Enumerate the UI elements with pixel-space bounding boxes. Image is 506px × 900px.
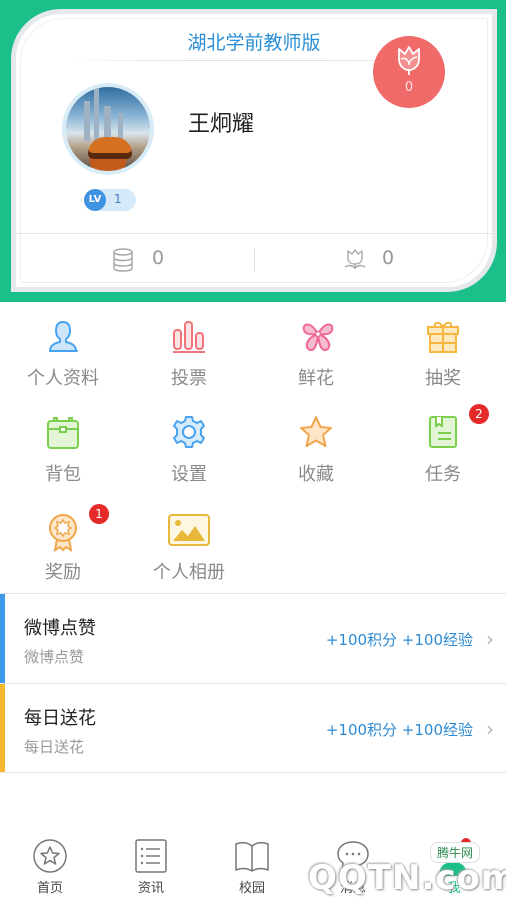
task-subtitle: 微博点赞 xyxy=(24,648,85,666)
flower-icon xyxy=(302,323,334,352)
menu-label: 个人相册 xyxy=(153,562,225,583)
coins-value: 0 xyxy=(152,247,165,269)
notification-dot xyxy=(461,838,471,848)
task-title: 微博点赞 xyxy=(24,618,96,639)
menu-item-vote[interactable]: 投票 xyxy=(126,302,252,398)
tab-me[interactable]: 我 xyxy=(404,828,504,900)
gift-icon xyxy=(427,321,459,353)
task-book-icon xyxy=(429,416,457,448)
tab-home[interactable]: 首页 xyxy=(0,828,100,900)
menu-item-settings[interactable]: 设置 xyxy=(126,398,252,494)
menu-item-backpack[interactable]: 背包 xyxy=(0,398,126,494)
flower-count-button[interactable]: 0 xyxy=(373,36,445,108)
menu-label: 收藏 xyxy=(298,464,334,485)
chevron-right-icon: › xyxy=(486,717,494,741)
task-row-weibo-like[interactable]: 微博点赞 微博点赞 +100积分 +100经验 › xyxy=(0,593,506,683)
menu-label: 抽奖 xyxy=(425,368,461,389)
flower-count: 0 xyxy=(404,80,414,95)
task-accent-bar xyxy=(0,594,5,683)
task-subtitle: 每日送花 xyxy=(24,738,85,756)
menu-item-rewards[interactable]: 1 奖励 xyxy=(0,496,126,592)
stats-divider-line xyxy=(16,233,492,234)
profile-header: 湖北学前教师版 0 王炯耀 LV 1 0 0 xyxy=(0,0,506,302)
tasks-badge: 2 xyxy=(469,404,489,424)
task-title: 每日送花 xyxy=(24,708,96,729)
tab-campus[interactable]: 校园 xyxy=(202,828,302,900)
me-person-icon xyxy=(439,838,471,876)
level-badge: LV 1 xyxy=(84,189,136,211)
rewards-badge: 1 xyxy=(89,504,109,524)
menu-label: 设置 xyxy=(171,464,207,485)
menu-item-flowers[interactable]: 鲜花 xyxy=(253,302,379,398)
chevron-right-icon: › xyxy=(486,627,494,651)
menu-label: 鲜花 xyxy=(298,368,334,389)
coins-stack-icon xyxy=(113,248,133,272)
menu-item-profile[interactable]: 个人资料 xyxy=(0,302,126,398)
menu-item-favorites[interactable]: 收藏 xyxy=(253,398,379,494)
task-accent-bar xyxy=(0,684,5,773)
photo-album-icon xyxy=(168,514,210,546)
menu-label: 任务 xyxy=(425,464,461,485)
tab-label: 消息 xyxy=(339,881,366,896)
medal-icon xyxy=(49,514,77,552)
profile-card: 湖北学前教师版 0 王炯耀 LV 1 0 0 xyxy=(11,9,497,292)
menu-label: 奖励 xyxy=(45,562,81,583)
menu-label: 个人资料 xyxy=(27,368,99,389)
avatar-building xyxy=(84,101,90,141)
menu-item-lottery[interactable]: 抽奖 xyxy=(380,302,506,398)
flower-outline-icon xyxy=(344,249,366,269)
level-icon: LV xyxy=(84,189,106,211)
tab-news[interactable]: 资讯 xyxy=(101,828,201,900)
bottom-tab-bar: 首页 资讯 校园 消息 我 xyxy=(0,828,506,900)
tab-label: 我 xyxy=(447,881,461,896)
menu-label: 背包 xyxy=(45,464,81,485)
backpack-icon xyxy=(47,417,79,449)
tab-label: 首页 xyxy=(36,881,63,896)
star-icon xyxy=(300,416,332,447)
avatar-building xyxy=(94,87,99,141)
avatar[interactable] xyxy=(62,83,154,175)
rose-icon xyxy=(398,46,420,75)
username: 王炯耀 xyxy=(188,112,255,137)
task-row-daily-flower[interactable]: 每日送花 每日送花 +100积分 +100经验 › xyxy=(0,683,506,773)
level-value: 1 xyxy=(114,192,122,206)
avatar-car xyxy=(88,137,132,159)
menu-label: 投票 xyxy=(171,368,207,389)
gear-icon xyxy=(173,416,205,448)
menu-item-photo-album[interactable]: 个人相册 xyxy=(126,496,252,592)
tab-label: 资讯 xyxy=(137,881,164,896)
tab-messages[interactable]: 消息 xyxy=(303,828,403,900)
task-reward: +100积分 +100经验 xyxy=(325,721,473,739)
campus-book-icon xyxy=(235,841,269,872)
tab-label: 校园 xyxy=(238,881,265,896)
bar-chart-icon xyxy=(173,321,205,353)
stat-divider xyxy=(254,248,255,272)
message-bubble-icon xyxy=(337,841,369,872)
task-reward: +100积分 +100经验 xyxy=(325,631,473,649)
avatar-building xyxy=(104,106,111,141)
received-flowers-value: 0 xyxy=(382,247,395,269)
home-star-icon xyxy=(33,839,67,873)
menu-item-tasks[interactable]: 2 任务 xyxy=(380,398,506,494)
person-icon xyxy=(48,320,78,352)
news-list-icon xyxy=(135,839,167,873)
list-bottom-divider xyxy=(0,772,506,773)
